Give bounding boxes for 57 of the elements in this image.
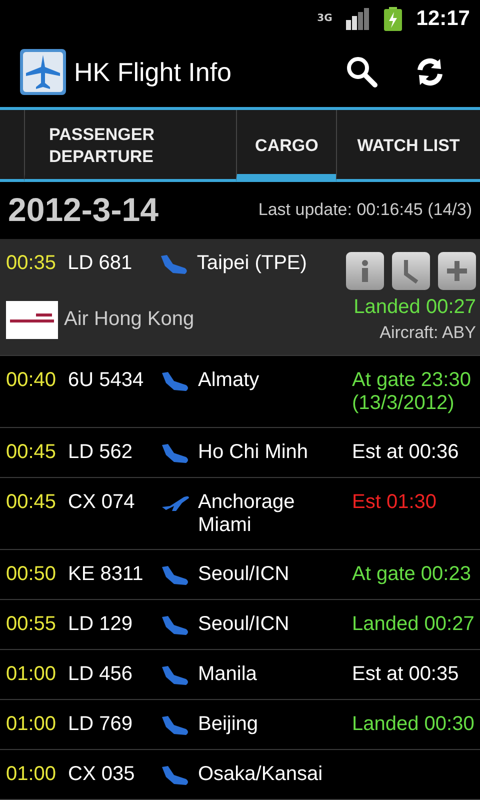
airline-name: Air Hong Kong <box>64 308 196 331</box>
scheduled-time: 01:00 <box>6 663 58 686</box>
clock: 12:17 <box>416 6 470 31</box>
flight-status: Est at 00:36 <box>351 441 460 464</box>
destination: Seoul/ICN <box>198 563 290 586</box>
destination: Beijing <box>198 713 260 736</box>
refresh-icon <box>415 57 445 88</box>
airline-logo-icon <box>6 300 58 338</box>
scheduled-time: 00:55 <box>6 613 58 636</box>
flight-row[interactable]: 00:35 LD 681 Taipei (TPE) Air Hong Kong Landed 00:27 Aircraft: ABY <box>0 239 480 356</box>
scheduled-time: 00:45 <box>6 491 58 514</box>
flight-number: LD 769 <box>68 713 134 736</box>
flight-status: At gate 23:30 (13/3/2012) <box>351 369 472 415</box>
destination: Ho Chi Minh <box>198 441 310 464</box>
network-type: 3G <box>317 13 332 24</box>
search-icon <box>346 56 378 88</box>
info-icon <box>360 260 370 282</box>
tab[interactable]: WATCH LIST <box>336 110 480 182</box>
destination: Almaty <box>198 369 260 392</box>
scheduled-time: 01:00 <box>6 763 58 786</box>
flight-number: LD 129 <box>68 613 134 636</box>
flight-status: At gate 00:23 <box>351 563 472 586</box>
plus-icon <box>446 260 468 282</box>
flight-status: Est 01:30 <box>351 491 438 514</box>
aircraft-code: Aircraft: ABY <box>380 323 476 343</box>
info-button[interactable] <box>346 252 384 290</box>
signal-icon <box>346 8 370 30</box>
scheduled-time: 00:35 <box>6 252 58 275</box>
scheduled-time: 00:50 <box>6 563 58 586</box>
flight-number: KE 8311 <box>68 563 144 586</box>
add-button[interactable] <box>438 252 476 290</box>
destination: Anchorage Miami <box>198 491 296 537</box>
scheduled-time: 00:45 <box>6 441 58 464</box>
flight-number: CX 035 <box>68 763 136 786</box>
flight-number: 6U 5434 <box>68 369 145 392</box>
flight-status: Landed 00:30 <box>351 713 476 736</box>
flight-number: LD 456 <box>68 663 134 686</box>
destination: Seoul/ICN <box>198 613 290 636</box>
flight-number: LD 681 <box>68 252 134 275</box>
destination: Osaka/Kansai <box>198 763 324 786</box>
flight-status: Landed 00:27 <box>354 296 476 319</box>
app-title: HK Flight Info <box>74 56 233 88</box>
last-update-text: Last update: 00:16:45 (14/3) <box>258 200 472 220</box>
battery-charging-icon <box>384 6 402 31</box>
airplane-app-icon <box>20 49 66 96</box>
clock-button[interactable] <box>392 252 430 290</box>
destination: Manila <box>198 663 258 686</box>
flight-number: LD 562 <box>68 441 134 464</box>
scheduled-time: 00:40 <box>6 369 58 392</box>
date-heading: 2012-3-14 <box>8 191 158 230</box>
destination: Taipei (TPE) <box>196 252 308 275</box>
flight-status: Est at 00:35 <box>351 663 460 686</box>
tab[interactable]: CARGO <box>236 110 336 182</box>
flight-status: Landed 00:27 <box>351 613 476 636</box>
tab[interactable]: PASSENGER DEPARTURE <box>24 110 236 182</box>
flight-number: CX 074 <box>68 491 136 514</box>
scheduled-time: 01:00 <box>6 713 58 736</box>
